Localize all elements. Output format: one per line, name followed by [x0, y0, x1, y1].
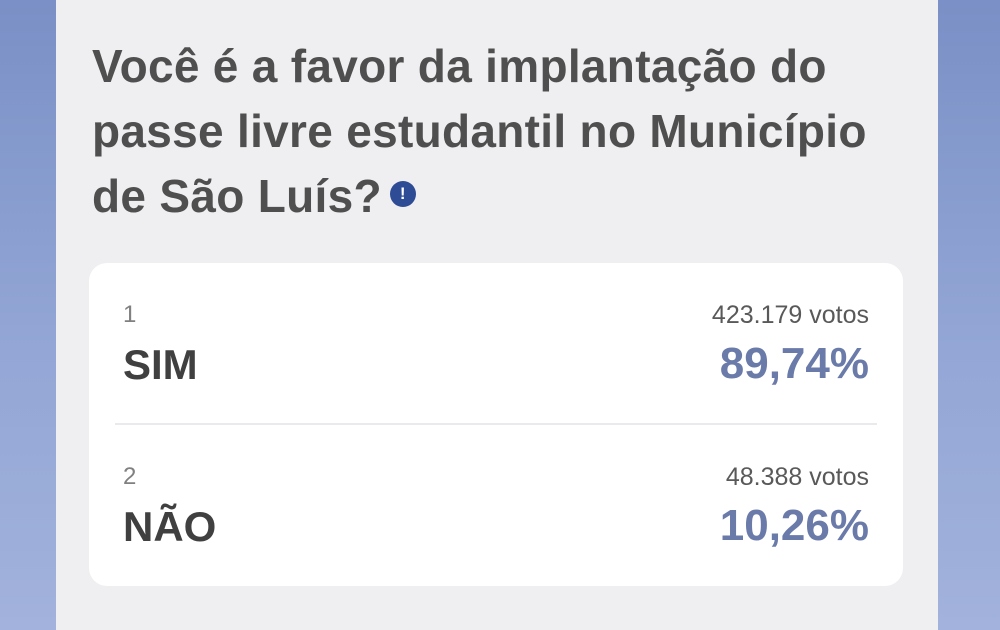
- option-label: SIM: [123, 341, 198, 388]
- poll-question-text: Você é a favor da implantação do passe l…: [92, 40, 867, 222]
- poll-panel: Você é a favor da implantação do passe l…: [56, 0, 938, 630]
- option-percent: 10,26%: [719, 501, 869, 550]
- option-votes: 423.179 votos: [711, 301, 869, 329]
- option-index: 1: [123, 301, 137, 328]
- info-icon[interactable]: !: [389, 180, 416, 207]
- option-percent: 89,74%: [719, 339, 869, 388]
- poll-option-nao[interactable]: 2 NÃO 48.388 votos 10,26%: [89, 425, 903, 585]
- poll-option-sim[interactable]: 1 SIM 423.179 votos 89,74%: [89, 263, 903, 423]
- results-card: 1 SIM 423.179 votos 89,74% 2 NÃO 48.388 …: [89, 263, 903, 586]
- option-votes: 48.388 votos: [725, 463, 869, 491]
- option-index: 2: [123, 463, 137, 490]
- poll-question: Você é a favor da implantação do passe l…: [92, 34, 892, 229]
- option-label: NÃO: [123, 503, 217, 550]
